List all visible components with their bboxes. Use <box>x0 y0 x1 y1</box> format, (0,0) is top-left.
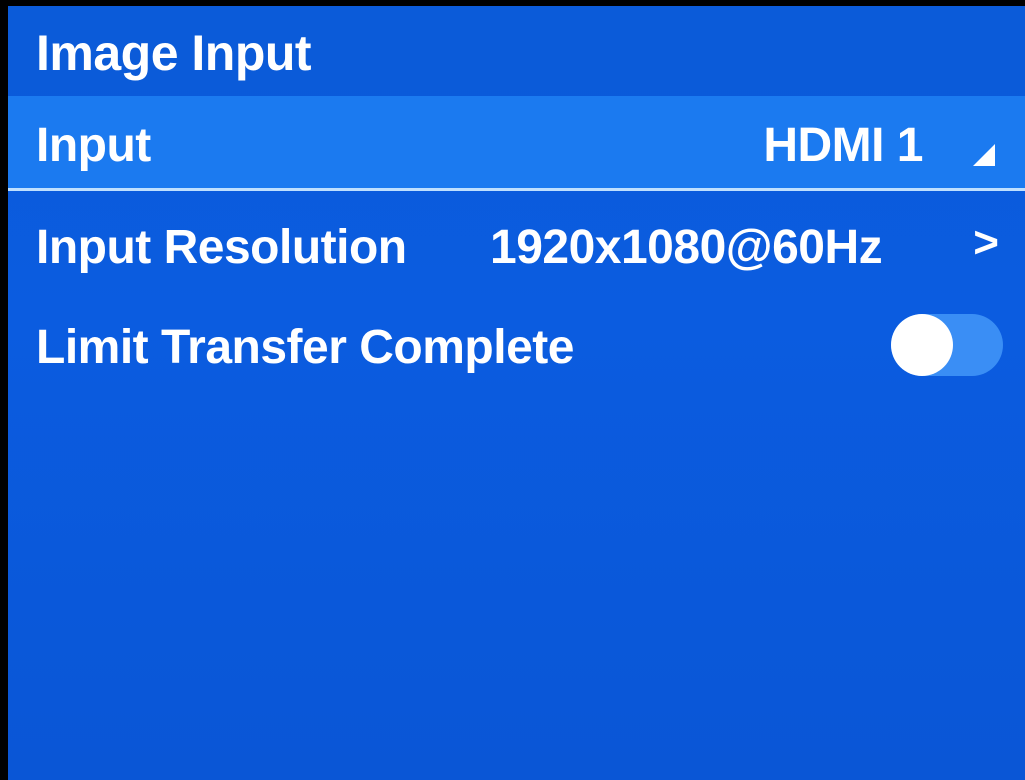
chevron-right-icon[interactable]: > <box>973 218 999 268</box>
title-bar: Image Input <box>8 6 1025 90</box>
dropdown-corner-icon[interactable] <box>973 144 995 166</box>
setting-row-limit-transfer-complete[interactable]: Limit Transfer Complete <box>8 294 1025 386</box>
input-resolution-value: 1920x1080@60Hz <box>490 221 883 274</box>
page-title: Image Input <box>36 25 312 81</box>
setting-row-input[interactable]: Input HDMI 1 <box>8 96 1025 191</box>
toggle-knob <box>891 314 953 376</box>
limit-transfer-complete-toggle[interactable] <box>891 314 1003 376</box>
setting-row-input-resolution[interactable]: Input Resolution 1920x1080@60Hz > <box>8 198 1025 290</box>
screen: Image Input Input HDMI 1 Input Resolutio… <box>8 6 1025 780</box>
limit-transfer-complete-label: Limit Transfer Complete <box>36 321 574 374</box>
input-resolution-label: Input Resolution <box>36 221 407 274</box>
input-value[interactable]: HDMI 1 <box>763 118 923 173</box>
input-label: Input <box>36 119 151 172</box>
